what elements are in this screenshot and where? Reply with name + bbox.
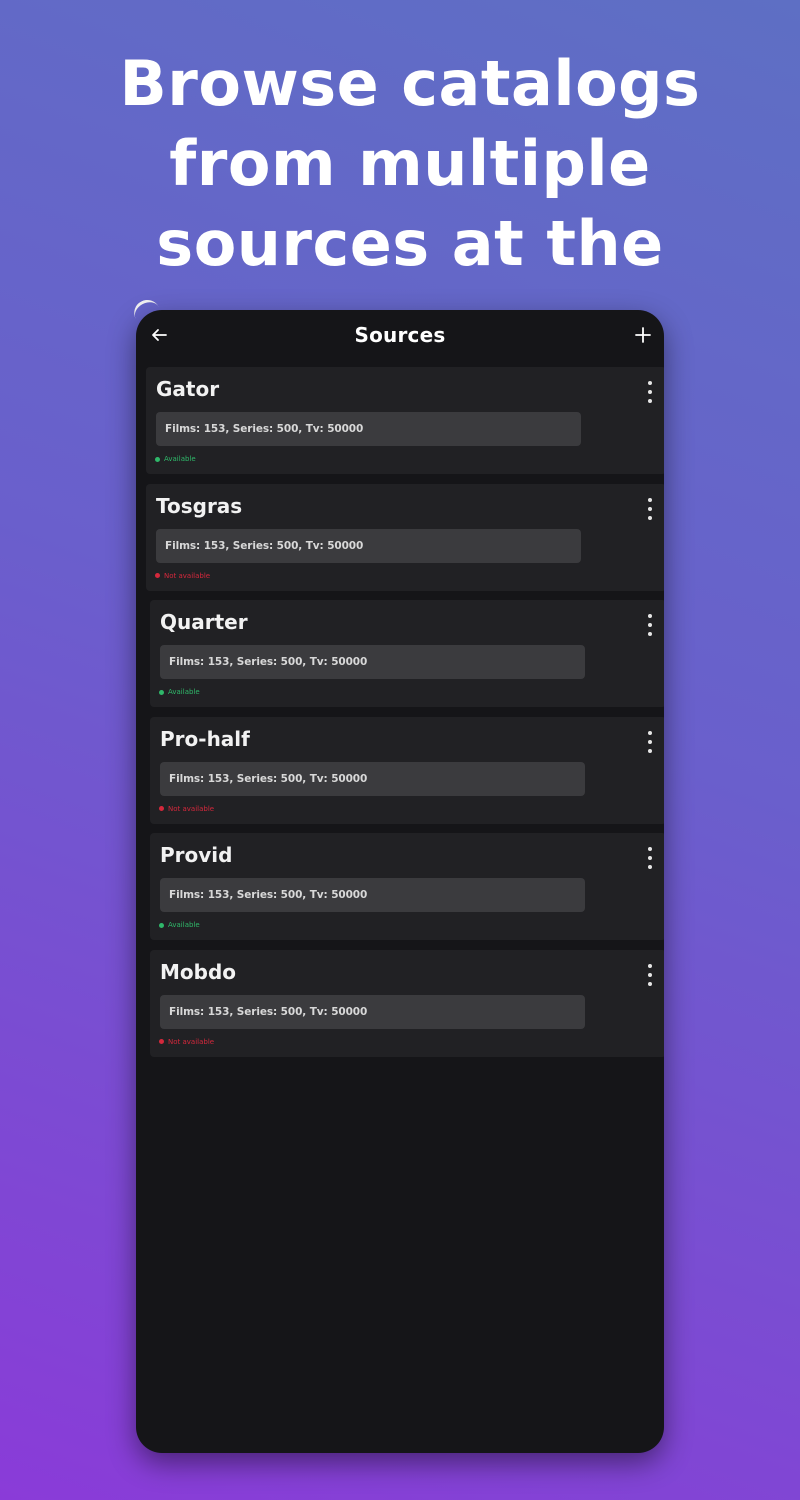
source-stats-text: Films: 153, Series: 500, Tv: 50000 — [169, 889, 368, 902]
source-stats-text: Films: 153, Series: 500, Tv: 50000 — [169, 656, 368, 669]
source-stats-text: Films: 153, Series: 500, Tv: 50000 — [165, 539, 364, 552]
more-options-button[interactable] — [642, 381, 658, 403]
phone-screen: Sources Gator Films: 153, Series: 500, T… — [136, 310, 664, 1453]
headline-line-1: Browse catalogs — [119, 47, 701, 120]
source-card-quarter[interactable]: Quarter Films: 153, Series: 500, Tv: 500… — [150, 600, 664, 708]
more-vertical-icon — [648, 381, 652, 385]
status-badge: Not available — [155, 572, 210, 580]
more-options-button[interactable] — [642, 847, 658, 870]
back-button[interactable] — [144, 320, 174, 350]
source-stats-text: Films: 153, Series: 500, Tv: 50000 — [169, 772, 368, 785]
status-dot-icon — [159, 1039, 164, 1045]
more-options-button[interactable] — [642, 730, 658, 753]
source-stats-text: Films: 153, Series: 500, Tv: 50000 — [165, 423, 364, 435]
status-dot-icon — [159, 922, 164, 928]
add-source-button[interactable] — [628, 320, 658, 350]
source-card-pro-half[interactable]: Pro-half Films: 153, Series: 500, Tv: 50… — [150, 716, 664, 824]
status-dot-icon — [159, 689, 164, 695]
source-card-mobdo[interactable]: Mobdo Films: 153, Series: 500, Tv: 50000… — [150, 949, 664, 1057]
source-stats: Films: 153, Series: 500, Tv: 50000 — [156, 412, 581, 446]
more-vertical-icon — [648, 614, 652, 619]
source-card-gator[interactable]: Gator Films: 153, Series: 500, Tv: 50000… — [146, 367, 664, 474]
more-vertical-icon — [648, 497, 652, 502]
status-text: Available — [168, 688, 200, 697]
more-vertical-icon — [648, 963, 652, 968]
source-name: Provid — [160, 843, 233, 868]
status-text: Available — [164, 455, 196, 463]
source-stats: Films: 153, Series: 500, Tv: 50000 — [160, 878, 585, 913]
source-card-provid[interactable]: Provid Films: 153, Series: 500, Tv: 5000… — [150, 833, 664, 941]
source-name: Gator — [156, 377, 220, 401]
status-badge: Available — [155, 455, 196, 463]
status-badge: Available — [159, 688, 200, 696]
status-text: Available — [168, 921, 200, 930]
status-badge: Available — [159, 921, 200, 929]
source-card-tosgras[interactable]: Tosgras Films: 153, Series: 500, Tv: 500… — [146, 483, 664, 591]
source-stats: Films: 153, Series: 500, Tv: 50000 — [160, 761, 585, 796]
source-stats-text: Films: 153, Series: 500, Tv: 50000 — [169, 1005, 368, 1018]
arrow-left-icon — [152, 329, 167, 341]
source-list: Gator Films: 153, Series: 500, Tv: 50000… — [146, 367, 664, 1067]
source-name: Mobdo — [160, 959, 237, 984]
status-dot-icon — [155, 456, 160, 462]
plus-icon — [635, 327, 651, 343]
status-badge: Not available — [159, 805, 214, 813]
headline-line-3: sources at the — [156, 207, 664, 280]
headline-line-2: from multiple — [169, 127, 651, 200]
status-dot-icon — [155, 573, 160, 579]
more-options-button[interactable] — [642, 497, 658, 520]
status-text: Not available — [168, 1037, 215, 1046]
source-name: Quarter — [160, 610, 248, 635]
status-badge: Not available — [159, 1038, 214, 1046]
status-text: Not available — [164, 571, 211, 580]
source-stats: Films: 153, Series: 500, Tv: 50000 — [156, 528, 581, 563]
promo-headline: Browse catalogs from multiple sources at… — [60, 44, 760, 284]
status-dot-icon — [159, 806, 164, 812]
more-vertical-icon — [648, 847, 652, 852]
source-stats: Films: 153, Series: 500, Tv: 50000 — [160, 994, 585, 1029]
status-text: Not available — [168, 804, 215, 813]
more-options-button[interactable] — [642, 614, 658, 637]
more-vertical-icon — [648, 730, 652, 735]
source-name: Tosgras — [156, 493, 243, 518]
source-name: Pro-half — [160, 726, 250, 751]
more-options-button[interactable] — [642, 963, 658, 986]
source-stats: Films: 153, Series: 500, Tv: 50000 — [160, 645, 585, 680]
app-bar: Sources — [136, 310, 664, 360]
page-title: Sources — [354, 323, 446, 347]
